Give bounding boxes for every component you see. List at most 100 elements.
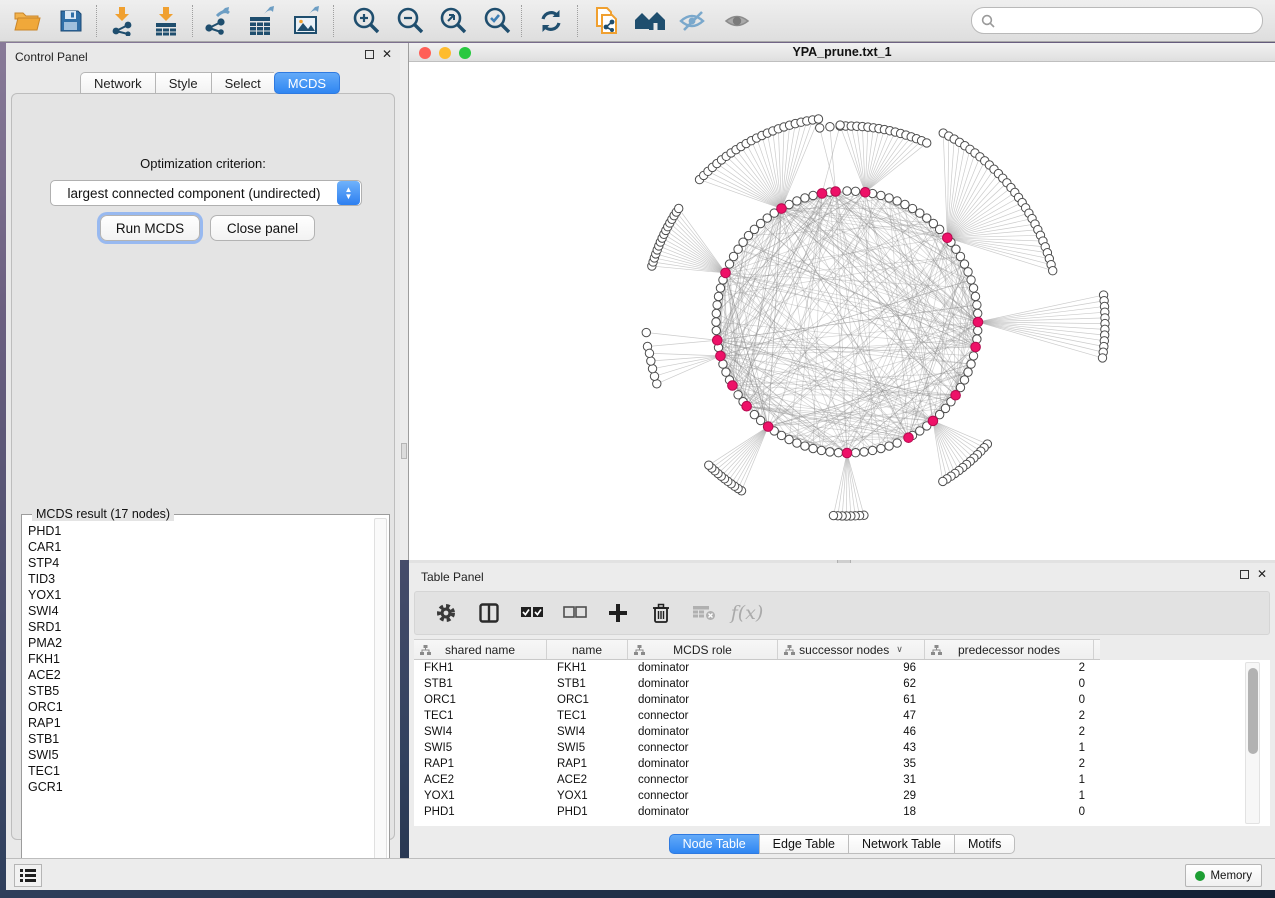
float-panel-icon[interactable]: [1240, 570, 1249, 579]
select-all-button[interactable]: [519, 600, 545, 626]
mcds-result-item[interactable]: SRD1: [28, 619, 369, 635]
first-neighbors-button[interactable]: [631, 3, 669, 39]
close-panel-icon[interactable]: ✕: [1257, 570, 1267, 579]
table-scrollbar[interactable]: [1245, 662, 1260, 824]
network-node[interactable]: [650, 372, 658, 380]
network-node[interactable]: [1049, 267, 1057, 275]
network-node[interactable]: [836, 121, 844, 129]
memory-button[interactable]: Memory: [1185, 864, 1262, 887]
mcds-result-item[interactable]: STP4: [28, 555, 369, 571]
export-image-button[interactable]: [288, 3, 326, 39]
mcds-result-item[interactable]: SWI5: [28, 747, 369, 763]
network-node[interactable]: [642, 328, 650, 336]
network-node[interactable]: [969, 284, 977, 292]
network-node[interactable]: [648, 364, 656, 372]
network-canvas[interactable]: [409, 62, 1275, 560]
network-node[interactable]: [750, 410, 758, 418]
network-node[interactable]: [713, 301, 721, 309]
table-row[interactable]: RAP1RAP1dominator352: [414, 756, 1240, 772]
mcds-result-item[interactable]: PMA2: [28, 635, 369, 651]
mcds-hub-node[interactable]: [721, 268, 731, 278]
import-network-button[interactable]: [103, 3, 141, 39]
mcds-hub-node[interactable]: [728, 381, 738, 391]
mcds-hub-node[interactable]: [973, 317, 983, 327]
zoom-in-button[interactable]: [347, 3, 385, 39]
mcds-hub-node[interactable]: [777, 204, 787, 214]
network-node[interactable]: [714, 292, 722, 300]
mcds-hub-node[interactable]: [928, 416, 938, 426]
network-node[interactable]: [793, 439, 801, 447]
network-node[interactable]: [851, 187, 859, 195]
zoom-fit-button[interactable]: [434, 3, 472, 39]
mcds-hub-node[interactable]: [860, 187, 870, 197]
network-node[interactable]: [967, 276, 975, 284]
splitter-handle[interactable]: [401, 443, 407, 459]
mcds-hub-node[interactable]: [904, 433, 914, 443]
column-header-shared-name[interactable]: shared name: [414, 640, 547, 659]
mcds-hub-node[interactable]: [712, 335, 722, 345]
mcds-result-item[interactable]: ORC1: [28, 699, 369, 715]
mcds-result-item[interactable]: TID3: [28, 571, 369, 587]
network-node[interactable]: [939, 477, 947, 485]
network-node[interactable]: [675, 204, 683, 212]
add-column-button[interactable]: [605, 600, 631, 626]
mcds-result-item[interactable]: SWI4: [28, 603, 369, 619]
network-node[interactable]: [712, 309, 720, 317]
tab-select[interactable]: Select: [211, 72, 274, 94]
float-panel-icon[interactable]: [365, 50, 374, 59]
tab-mcds[interactable]: MCDS: [274, 72, 340, 94]
mcds-result-item[interactable]: ACE2: [28, 667, 369, 683]
tab-network-table[interactable]: Network Table: [848, 834, 954, 854]
network-node[interactable]: [809, 444, 817, 452]
network-node[interactable]: [814, 115, 822, 123]
table-row[interactable]: TEC1TEC1connector472: [414, 708, 1240, 724]
table-row[interactable]: ACE2ACE2connector311: [414, 772, 1240, 788]
network-node[interactable]: [877, 444, 885, 452]
network-node[interactable]: [956, 252, 964, 260]
tab-style[interactable]: Style: [155, 72, 211, 94]
hide-selected-button[interactable]: [675, 3, 713, 39]
tab-edge-table[interactable]: Edge Table: [759, 834, 848, 854]
mcds-result-item[interactable]: STB5: [28, 683, 369, 699]
table-row[interactable]: PHD1PHD1dominator180: [414, 804, 1240, 820]
mcds-hub-node[interactable]: [742, 401, 752, 411]
mcds-result-item[interactable]: STB1: [28, 731, 369, 747]
network-node[interactable]: [860, 448, 868, 456]
mcds-result-item[interactable]: YOX1: [28, 587, 369, 603]
mcds-hub-node[interactable]: [817, 189, 827, 199]
scrollbar-thumb[interactable]: [1248, 668, 1258, 754]
mcds-result-item[interactable]: GCR1: [28, 779, 369, 795]
export-table-button[interactable]: [243, 3, 281, 39]
vertical-splitter[interactable]: [400, 43, 409, 560]
network-node[interactable]: [712, 326, 720, 334]
network-node[interactable]: [971, 292, 979, 300]
mcds-hub-node[interactable]: [943, 233, 953, 243]
network-node[interactable]: [826, 123, 834, 131]
close-panel-icon[interactable]: ✕: [382, 50, 392, 59]
table-settings-button[interactable]: [433, 600, 459, 626]
network-node[interactable]: [712, 318, 720, 326]
column-header-MCDS-role[interactable]: MCDS role: [628, 640, 778, 659]
table-row[interactable]: SWI5SWI5connector431: [414, 740, 1240, 756]
column-header-predecessor-nodes[interactable]: predecessor nodes: [925, 640, 1094, 659]
search-box[interactable]: [971, 7, 1263, 34]
search-input[interactable]: [1001, 14, 1262, 28]
unselect-all-button[interactable]: [562, 600, 588, 626]
import-table-button[interactable]: [147, 3, 185, 39]
network-node[interactable]: [716, 284, 724, 292]
network-node[interactable]: [964, 368, 972, 376]
function-builder-button[interactable]: f(x): [734, 600, 760, 626]
network-node[interactable]: [834, 449, 842, 457]
table-row[interactable]: STB1STB1dominator620: [414, 676, 1240, 692]
mcds-hub-node[interactable]: [951, 390, 961, 400]
network-node[interactable]: [647, 357, 655, 365]
mcds-result-item[interactable]: CAR1: [28, 539, 369, 555]
open-file-button[interactable]: [8, 3, 46, 39]
zoom-out-button[interactable]: [391, 3, 429, 39]
network-node[interactable]: [816, 124, 824, 132]
network-node[interactable]: [793, 197, 801, 205]
column-header-successor-nodes[interactable]: successor nodes∨: [778, 640, 925, 659]
run-mcds-button[interactable]: Run MCDS: [100, 215, 200, 241]
network-node[interactable]: [826, 448, 834, 456]
network-node[interactable]: [964, 268, 972, 276]
